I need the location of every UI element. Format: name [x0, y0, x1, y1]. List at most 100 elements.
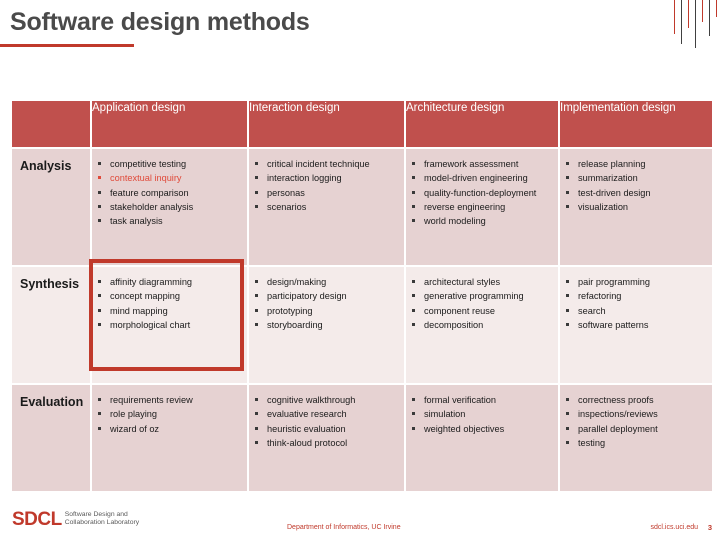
cell-evaluation-col4: correctness proofs inspections/reviews par…	[560, 385, 712, 491]
method-item: architectural styles	[408, 275, 554, 289]
method-list: competitive testing contextual inquiry fea…	[94, 157, 243, 228]
method-list: formal verification simulation weighted ob…	[408, 393, 554, 436]
method-list: cognitive walkthrough evaluative research…	[251, 393, 400, 450]
decorative-line-6	[709, 0, 710, 36]
method-list: affinity diagramming concept mapping mind …	[94, 275, 243, 332]
design-methods-table: Application design Interaction design Ar…	[10, 99, 714, 493]
method-list: design/making participatory design prototy…	[251, 275, 400, 332]
page-number: 3	[707, 523, 712, 532]
method-item: task analysis	[94, 214, 243, 228]
method-item: participatory design	[251, 289, 400, 303]
page-title: Software design methods	[10, 8, 310, 36]
cell-synthesis-col1: affinity diagramming concept mapping mind …	[92, 267, 247, 383]
method-item: feature comparison	[94, 186, 243, 200]
row-label-synthesis: Synthesis	[12, 267, 90, 383]
method-item: role playing	[94, 407, 243, 421]
method-list: pair programming refactoring search softwar…	[562, 275, 708, 332]
method-list: release planning summarization test-driven…	[562, 157, 708, 214]
method-item: component reuse	[408, 304, 554, 318]
table-row-analysis: Analysis competitive testing contextual in…	[12, 149, 712, 265]
decorative-line-4	[695, 0, 696, 48]
decorative-lines	[674, 0, 720, 50]
method-item: visualization	[562, 200, 708, 214]
row-label-analysis: Analysis	[12, 149, 90, 265]
column-header-implementation-design: Implementation design	[560, 101, 712, 147]
sdcl-logo-subtitle: Software Design and Collaboration Labora…	[65, 511, 139, 528]
method-item: test-driven design	[562, 186, 708, 200]
method-item: simulation	[408, 407, 554, 421]
method-item: critical incident technique	[251, 157, 400, 171]
method-item: design/making	[251, 275, 400, 289]
method-item: generative programming	[408, 289, 554, 303]
method-item: evaluative research	[251, 407, 400, 421]
cell-synthesis-col4: pair programming refactoring search softwar…	[560, 267, 712, 383]
method-item: correctness proofs	[562, 393, 708, 407]
method-list: requirements review role playing wizard of…	[94, 393, 243, 436]
decorative-line-2	[681, 0, 682, 44]
method-item: prototyping	[251, 304, 400, 318]
method-item: software patterns	[562, 318, 708, 332]
sdcl-logo-subtitle-line1: Software Design and	[64, 511, 128, 518]
column-header-interaction-design: Interaction design	[249, 101, 404, 147]
method-list: architectural styles generative programmi…	[408, 275, 554, 332]
method-item: contextual inquiry	[94, 171, 243, 185]
method-item: decomposition	[408, 318, 554, 332]
cell-synthesis-col3: architectural styles generative programmi…	[406, 267, 558, 383]
method-item: refactoring	[562, 289, 708, 303]
method-item: formal verification	[408, 393, 554, 407]
method-item: affinity diagramming	[94, 275, 243, 289]
method-item: storyboarding	[251, 318, 400, 332]
method-item: concept mapping	[94, 289, 243, 303]
method-item: testing	[562, 436, 708, 450]
method-item: release planning	[562, 157, 708, 171]
method-item: requirements review	[94, 393, 243, 407]
method-list: framework assessment model-driven enginee…	[408, 157, 554, 228]
table-header-row: Application design Interaction design Ar…	[12, 101, 712, 147]
cell-synthesis-col2: design/making participatory design prototy…	[249, 267, 404, 383]
method-item: heuristic evaluation	[251, 422, 400, 436]
table-header: Application design Interaction design Ar…	[12, 101, 712, 147]
cell-analysis-col3: framework assessment model-driven enginee…	[406, 149, 558, 265]
cell-analysis-col1: competitive testing contextual inquiry fea…	[92, 149, 247, 265]
method-item: parallel deployment	[562, 422, 708, 436]
cell-analysis-col4: release planning summarization test-driven…	[560, 149, 712, 265]
method-item: pair programming	[562, 275, 708, 289]
method-item: reverse engineering	[408, 200, 554, 214]
method-item: weighted objectives	[408, 422, 554, 436]
method-item: wizard of oz	[94, 422, 243, 436]
footer-department-text: Department of Informatics, UC Irvine	[287, 524, 401, 531]
decorative-line-7	[716, 0, 717, 17]
method-item: framework assessment	[408, 157, 554, 171]
cell-evaluation-col3: formal verification simulation weighted ob…	[406, 385, 558, 491]
method-item: quality-function-deployment	[408, 186, 554, 200]
method-item: think-aloud protocol	[251, 436, 400, 450]
decorative-line-3	[688, 0, 689, 28]
method-item: summarization	[562, 171, 708, 185]
method-item: world modeling	[408, 214, 554, 228]
sdcl-logo: SDCL Software Design and Collaboration L…	[12, 510, 139, 529]
method-item: model-driven engineering	[408, 171, 554, 185]
cell-analysis-col2: critical incident technique interaction l…	[249, 149, 404, 265]
footer-website-link[interactable]: sdcl.ics.uci.edu	[651, 524, 698, 531]
row-label-evaluation: Evaluation	[12, 385, 90, 491]
method-item: personas	[251, 186, 400, 200]
method-item: morphological chart	[94, 318, 243, 332]
method-item: scenarios	[251, 200, 400, 214]
method-item: stakeholder analysis	[94, 200, 243, 214]
method-item: interaction logging	[251, 171, 400, 185]
decorative-line-5	[702, 0, 703, 22]
table-row-evaluation: Evaluation requirements review role playin…	[12, 385, 712, 491]
column-header-architecture-design: Architecture design	[406, 101, 558, 147]
column-header-application-design: Application design	[92, 101, 247, 147]
method-item: inspections/reviews	[562, 407, 708, 421]
sdcl-logo-mark: SDCL	[12, 509, 62, 530]
title-underline-rule	[0, 44, 134, 47]
decorative-line-1	[674, 0, 675, 34]
corner-header-cell	[12, 101, 90, 147]
method-item: search	[562, 304, 708, 318]
sdcl-logo-subtitle-line2: Collaboration Laboratory	[64, 519, 140, 527]
table-row-synthesis: Synthesis affinity diagramming concept map…	[12, 267, 712, 383]
method-list: correctness proofs inspections/reviews par…	[562, 393, 708, 450]
cell-evaluation-col2: cognitive walkthrough evaluative research…	[249, 385, 404, 491]
method-item: cognitive walkthrough	[251, 393, 400, 407]
